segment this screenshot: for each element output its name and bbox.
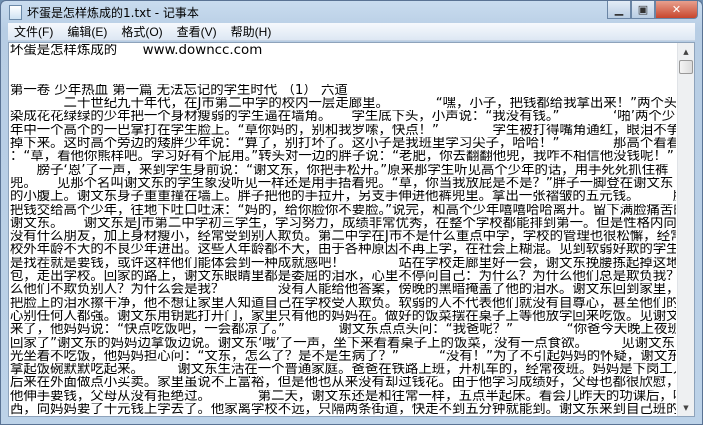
text-line: 把钱交给高个少年，往地下吐口吐沫：“妈的，给你脸你不要脸。”说完，和高个少年嘻嘻… <box>10 203 676 217</box>
text-line: 兜。 见那个名叫谢文东的学生象没听见一样还是用手捂着兜。“草，你当我放屁是不是？… <box>10 176 674 191</box>
text-line: 没有什么朋友，加上身材瘦小，经常受到别人欺负。第二中学在J市不是什么重点中学，学… <box>10 230 676 244</box>
menu-file[interactable]: 文件(F) <box>8 23 61 40</box>
menu-edit[interactable]: 编辑(E) <box>61 23 115 40</box>
text-line: 年中一个高个的一巴掌打在学生脸上。“草你妈的，别和我罗嗦，快点！” 学生被打得嘴… <box>10 123 676 138</box>
text-line: ：“草，看他你熊样吧。学习好有个屁用。”转头对一边的胖子说：“老肥，你去翻翻他兜… <box>10 150 674 164</box>
text-line: 回家了”谢文东的妈妈边拿饭边说。谢文东‘哦’了一声，坐下来看着桌子上的饭菜，没有… <box>10 336 675 350</box>
text-line: 二十世纪九十年代，在J市第二中学的校内一层走廊里。 “嘿，小子，把钱都给我拿出来… <box>10 97 676 111</box>
text-line: 染成花花绿绿的少年把一个身材瘦弱的学生逼在墙角。 学生底下头，小声说：“我没有钱… <box>10 110 676 124</box>
text-line <box>10 57 676 70</box>
text-line: 心别任何人都强。谢文东用钥匙打开门，家里只有他的妈妈在。做好的饭菜摆在桌子上等他… <box>10 309 676 324</box>
document-text[interactable]: 坏蛋是怎样炼成的 www.downcc.com 第一卷 少年热血 第一篇 无法忘记… <box>10 44 676 416</box>
text-line: 来了，他妈妈说：“快点吃饭吧，一会都凉了。” 谢文东点点头问：“我爸呢？” “你… <box>10 323 676 337</box>
text-line <box>10 71 676 84</box>
scroll-down-arrow-icon[interactable]: ▼ <box>678 399 694 416</box>
menu-bar: 文件(F) 编辑(E) 格式(O) 查看(V) 帮助(H) <box>8 23 695 41</box>
title-bar[interactable]: 坏蛋是怎样炼成的1.txt - 记事本 ▁ ▣ ✕ <box>1 1 702 23</box>
minimize-button[interactable]: ▁ <box>607 1 631 19</box>
text-line: 拿起饭碗默默吃起来。 谢文东生活在一个普通家庭。爸爸在铁路上班，开机车的，经常夜… <box>10 363 676 377</box>
scroll-up-arrow-icon[interactable]: ▲ <box>678 43 694 60</box>
text-line: 光坐着不吃饭，他妈妈担心问：“文东，怎么了？是不是生病了？” “没有！”为了不引… <box>10 349 676 364</box>
scrollbar-thumb[interactable] <box>679 60 693 74</box>
menu-view[interactable]: 查看(V) <box>171 23 225 40</box>
text-line: 是找茬就是要钱，或许这样他们能体会到一种成就感吧！ 站在学校走廊里好一会，谢文东… <box>10 256 676 271</box>
text-line: 的小腹上。谢文东身子重重撞在墙上。胖子把他的手拉开，另支手伸进他裤兜里。拿出一张… <box>10 190 676 204</box>
maximize-button[interactable]: ▣ <box>631 1 655 19</box>
text-line: 么他们不欺负别人？为什么会是我？ 没有人能给他答案，傍晚的黑暗掩盖了他的泪水。谢… <box>10 283 676 297</box>
window-title: 坏蛋是怎样炼成的1.txt - 记事本 <box>27 6 199 20</box>
vertical-scrollbar[interactable]: ▲ ▼ <box>677 43 694 416</box>
text-line: 后来在外面做点小买卖。家里虽说不上富裕，但是他也从来没有却过钱花。由于他学习成绩… <box>10 376 676 390</box>
text-line: 把脸上的泪水擦干净，他不想让家里人知道自己在学校受人欺负。软弱的人不代表他们就没… <box>10 296 676 310</box>
text-line: 西，向妈妈要了十元钱上学去了。他家离学校不远，只隔两条街道，快走不到五分钟就能到… <box>10 403 676 416</box>
minimize-icon: ▁ <box>614 3 624 16</box>
text-editor[interactable]: 坏蛋是怎样炼成的 www.downcc.com 第一卷 少年热血 第一篇 无法忘记… <box>8 42 695 417</box>
notepad-icon <box>9 5 22 20</box>
text-line: 校外年龄不大的不良少年进出。这些人年龄都不大，由于各种原因不再上学，在社会上糊混… <box>10 243 676 257</box>
menu-format[interactable]: 格式(O) <box>115 23 170 40</box>
notepad-window: 坏蛋是怎样炼成的1.txt - 记事本 ▁ ▣ ✕ 文件(F) 编辑(E) 格式… <box>0 0 703 425</box>
menu-help[interactable]: 帮助(H) <box>225 23 280 40</box>
text-line: 掉下来。这时高个旁边的矮胖少年说：“算了，别打坏了。这小子是我班里学习尖子，哈哈… <box>10 137 676 151</box>
text-line: 包，走出学校。回家的路上，谢文东眼睛里都是委屈的泪水，心里不停问自己：为什么？为… <box>10 270 676 284</box>
text-line: 坏蛋是怎样炼成的 www.downcc.com <box>10 44 263 58</box>
close-button[interactable]: ✕ <box>655 1 698 19</box>
text-line: 膀子‘恩’了一声，来到学生身前说：“谢文东，你把手松开。”原来那学生听见高个少年… <box>10 163 669 177</box>
maximize-icon: ▣ <box>637 3 649 16</box>
close-icon: ✕ <box>671 3 682 16</box>
text-line: 谢文东。 谢文东是J市第二中学初三学生，学习努力，成绩非常优秀，在整个学校都能排… <box>10 216 676 231</box>
text-line: 第一卷 少年热血 第一篇 无法忘记的学生时代 （1） 六道 <box>10 83 348 98</box>
text-line: 他伸手要钱，父母从没有拒绝过。 第二天，谢文东还是和往常一样，五点半起床。看会儿… <box>10 389 676 404</box>
